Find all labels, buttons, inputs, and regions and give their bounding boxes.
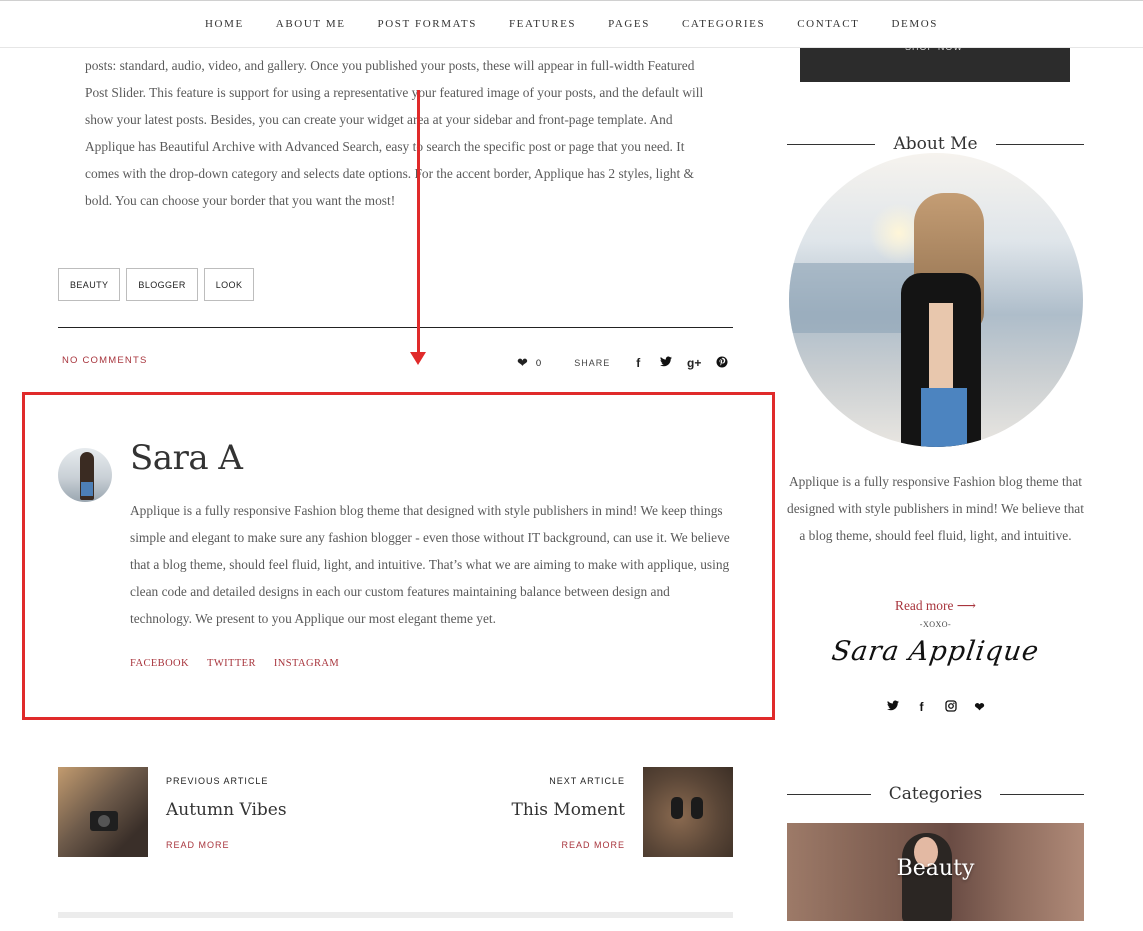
post-tags: BEAUTY BLOGGER LOOK bbox=[58, 268, 255, 301]
sidebar-social-icons: f ❤ bbox=[878, 700, 994, 715]
section-divider-bar bbox=[58, 912, 733, 918]
about-me-text: Applique is a fully responsive Fashion b… bbox=[787, 474, 1084, 543]
about-widget-title: About Me bbox=[787, 134, 1085, 154]
about-read-more-link[interactable]: Read more ⟶ bbox=[787, 598, 1084, 614]
previous-article-title[interactable]: Autumn Vibes bbox=[166, 800, 287, 820]
category-tile-label: Beauty bbox=[896, 856, 975, 881]
heart-icon[interactable]: ❤ bbox=[965, 700, 994, 715]
tag-blogger[interactable]: BLOGGER bbox=[126, 268, 198, 301]
facebook-icon[interactable]: f bbox=[624, 356, 652, 370]
share-label: SHARE bbox=[574, 358, 611, 368]
about-title: About Me bbox=[893, 134, 978, 154]
next-article-read-more[interactable]: READ MORE bbox=[561, 840, 625, 850]
nav-pages[interactable]: PAGES bbox=[608, 18, 650, 30]
comments-link[interactable]: NO COMMENTS bbox=[62, 355, 148, 366]
author-avatar bbox=[58, 448, 112, 502]
about-xoxo: -XOXO- bbox=[919, 620, 952, 629]
previous-article-thumbnail[interactable] bbox=[58, 767, 148, 857]
tag-beauty[interactable]: BEAUTY bbox=[58, 268, 121, 301]
author-name[interactable]: Sara A bbox=[130, 438, 243, 478]
nav-home[interactable]: HOME bbox=[205, 18, 244, 30]
author-instagram-link[interactable]: INSTAGRAM bbox=[274, 658, 339, 669]
annotation-arrow-line bbox=[417, 90, 420, 356]
nav-post-formats[interactable]: POST FORMATS bbox=[378, 18, 477, 30]
annotation-arrow-head bbox=[410, 352, 426, 365]
categories-title: Categories bbox=[888, 784, 983, 804]
post-divider bbox=[58, 327, 733, 328]
author-bio: Applique is a fully responsive Fashion b… bbox=[130, 503, 730, 626]
previous-article-read-more[interactable]: READ MORE bbox=[166, 840, 230, 850]
category-tile-beauty[interactable]: Beauty bbox=[787, 823, 1084, 921]
nav-about-me[interactable]: ABOUT ME bbox=[276, 18, 346, 30]
instagram-icon[interactable] bbox=[936, 700, 965, 715]
author-twitter-link[interactable]: TWITTER bbox=[207, 658, 256, 669]
nav-features[interactable]: FEATURES bbox=[509, 18, 576, 30]
post-meta-actions: ❤ 0 SHARE f g+ bbox=[517, 355, 736, 371]
author-facebook-link[interactable]: FACEBOOK bbox=[130, 658, 189, 669]
author-social-links: FACEBOOK TWITTER INSTAGRAM bbox=[130, 658, 339, 669]
facebook-icon[interactable]: f bbox=[907, 700, 936, 715]
next-article-kicker: NEXT ARTICLE bbox=[549, 776, 625, 786]
about-me-photo bbox=[789, 153, 1083, 447]
nav-categories[interactable]: CATEGORIES bbox=[682, 18, 765, 30]
heart-icon[interactable]: ❤ bbox=[517, 355, 528, 371]
shop-banner[interactable]: SHOP NOW bbox=[800, 42, 1070, 82]
categories-widget-title: Categories bbox=[787, 784, 1084, 804]
post-body-text: posts: standard, audio, video, and galle… bbox=[85, 58, 704, 208]
google-plus-icon[interactable]: g+ bbox=[680, 356, 708, 370]
next-article-title[interactable]: This Moment bbox=[512, 800, 625, 820]
next-article-thumbnail[interactable] bbox=[643, 767, 733, 857]
author-signature: Sara Applique bbox=[829, 636, 1042, 667]
twitter-icon[interactable] bbox=[652, 356, 680, 370]
twitter-icon[interactable] bbox=[878, 700, 907, 715]
tag-look[interactable]: LOOK bbox=[203, 268, 255, 301]
previous-article-kicker: PREVIOUS ARTICLE bbox=[166, 776, 269, 786]
top-navigation: HOME ABOUT ME POST FORMATS FEATURES PAGE… bbox=[0, 0, 1143, 48]
nav-demos[interactable]: DEMOS bbox=[891, 18, 938, 30]
pinterest-icon[interactable] bbox=[708, 356, 736, 371]
likes-count: 0 bbox=[535, 357, 542, 369]
nav-contact[interactable]: CONTACT bbox=[797, 18, 859, 30]
